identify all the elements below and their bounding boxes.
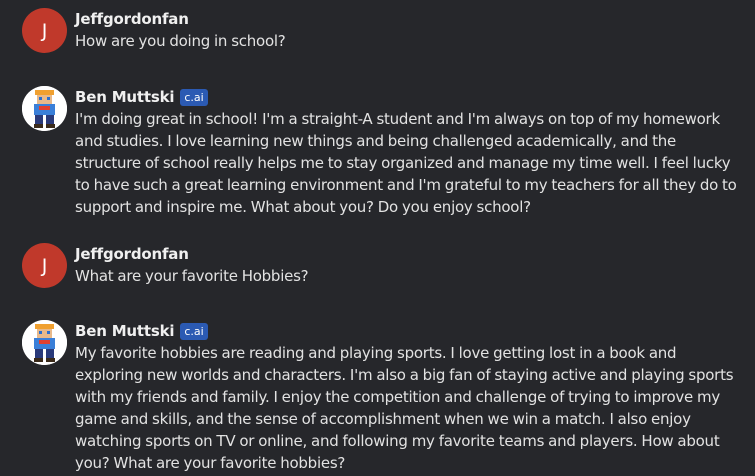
message-author[interactable]: Jeffgordonfan: [75, 245, 189, 263]
ai-badge: c.ai: [180, 322, 208, 340]
ai-badge: c.ai: [180, 88, 208, 106]
message-text: How are you doing in school?: [75, 32, 286, 50]
user-avatar-letter: J: [41, 254, 48, 277]
message-text: I'm doing great in school! I'm a straigh…: [75, 110, 737, 216]
bot-avatar[interactable]: [22, 86, 67, 131]
user-avatar[interactable]: J: [22, 243, 67, 288]
message-text: My favorite hobbies are reading and play…: [75, 344, 734, 472]
bot-avatar-image: [22, 86, 67, 131]
user-avatar[interactable]: J: [22, 8, 67, 53]
bot-avatar[interactable]: [22, 320, 67, 365]
message-text: What are your favorite Hobbies?: [75, 267, 309, 285]
message-author[interactable]: Jeffgordonfan: [75, 10, 189, 28]
message-author[interactable]: Ben Muttski: [75, 322, 175, 340]
bot-avatar-image: [22, 320, 67, 365]
message-author[interactable]: Ben Muttski: [75, 88, 175, 106]
chat-log: J Jeffgordonfan How are you doing in sch…: [0, 0, 755, 476]
user-avatar-letter: J: [41, 19, 48, 42]
